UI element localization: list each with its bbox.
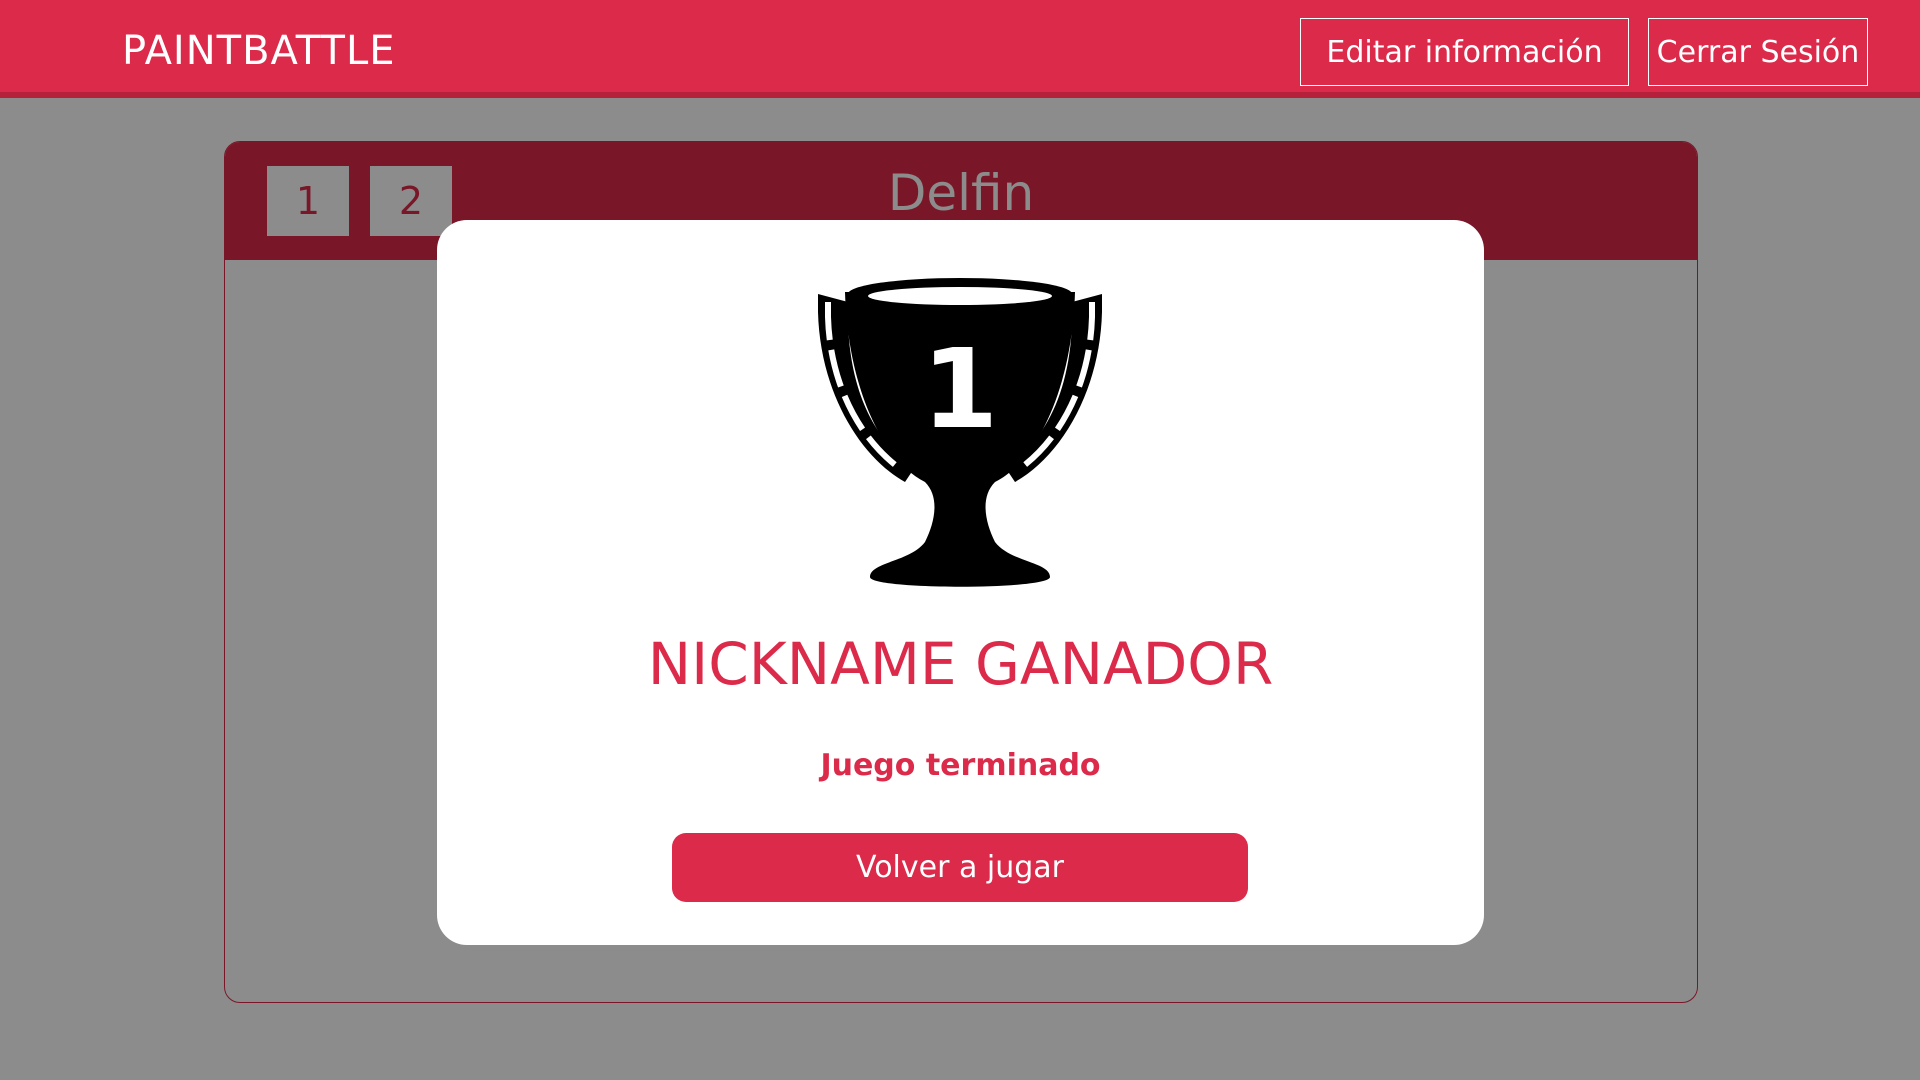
trophy-icon: 1	[818, 278, 1102, 587]
winner-modal: 1 NICKNAME GANADOR Juego terminado Volve…	[437, 220, 1484, 945]
trophy-number: 1	[922, 325, 999, 453]
edit-info-button[interactable]: Editar información	[1300, 18, 1629, 86]
play-again-button[interactable]: Volver a jugar	[672, 833, 1248, 902]
brand-logo[interactable]: PAINTBATTLE	[122, 28, 396, 74]
winner-nickname: NICKNAME GANADOR	[647, 630, 1274, 698]
top-navbar: PAINTBATTLE Editar información Cerrar Se…	[0, 0, 1920, 98]
logout-button[interactable]: Cerrar Sesión	[1648, 18, 1868, 86]
game-over-text: Juego terminado	[820, 748, 1101, 783]
